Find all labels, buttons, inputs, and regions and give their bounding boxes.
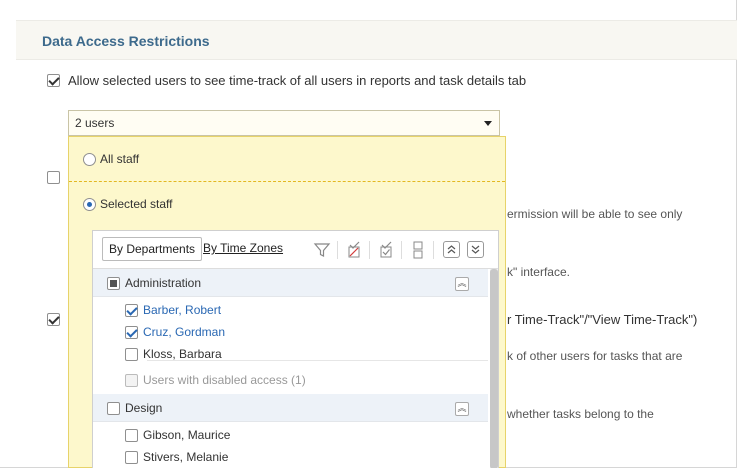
member-checkbox[interactable] [125,326,138,339]
expand-all-icon[interactable] [467,241,484,258]
disabled-users-label: Users with disabled access (1) [143,373,306,387]
group-administration-checkbox[interactable] [107,277,120,290]
background-text-5: whether tasks belong to the [507,407,654,421]
member-name: Kloss, Barbara [143,347,222,361]
background-text-4: k of other users for tasks that are [507,349,683,363]
settings-page: Data Access Restrictions Allow selected … [0,0,737,468]
scrollbar-thumb[interactable] [490,269,498,468]
allow-selected-users-checkbox[interactable] [47,74,60,87]
background-text-3: r Time-Track"/"View Time-Track") [507,312,698,327]
disabled-users-checkbox [125,374,138,387]
users-dropdown: All staff Selected staff By Departments … [68,136,506,468]
member-name: Barber, Robert [143,303,222,317]
group-administration[interactable]: Administration ︽ [93,269,488,297]
selected-staff-radio[interactable] [83,198,96,211]
member-checkbox[interactable] [125,304,138,317]
all-staff-radio[interactable] [83,153,96,166]
chevron-up-icon[interactable]: ︽ [455,402,469,416]
picker-toolbar: By Departments By Time Zones [93,231,498,269]
background-text-2: k" interface. [507,265,570,279]
filter-icon[interactable] [313,241,331,259]
section-header: Data Access Restrictions [16,20,737,60]
dashed-divider [69,181,505,182]
member-checkbox[interactable] [125,429,138,442]
background-text-1: ermission will be able to see only [507,207,683,221]
uncheck-all-icon[interactable] [345,241,363,259]
group-name: Administration [125,276,202,290]
member-checkbox[interactable] [125,348,138,361]
staff-picker-panel: By Departments By Time Zones Administrat… [92,230,499,468]
option-3-checkbox[interactable] [47,313,60,326]
toolbar-divider [401,241,402,259]
chevron-down-icon[interactable] [484,121,492,126]
check-all-icon[interactable] [377,241,395,259]
users-select[interactable]: 2 users [68,110,500,136]
tab-by-time-zones[interactable]: By Time Zones [197,237,289,261]
toolbar-divider [433,241,434,259]
group-name: Design [125,401,163,415]
staff-list: Administration ︽ Barber, Robert Cruz, Go… [93,269,488,468]
collapse-all-icon[interactable] [443,241,460,258]
member-name: Cruz, Gordman [143,325,226,339]
allow-selected-users-label: Allow selected users to see time-track o… [68,73,527,88]
member-name: Gibson, Maurice [143,428,231,442]
scrollbar[interactable] [490,269,498,468]
member-name: Stivers, Melanie [143,450,229,464]
group-design[interactable]: Design ︽ [93,394,488,422]
all-staff-label[interactable]: All staff [100,152,139,166]
group-design-checkbox[interactable] [107,402,120,415]
section-title: Data Access Restrictions [42,33,210,49]
tab-by-departments[interactable]: By Departments [102,237,203,261]
member-checkbox[interactable] [125,451,138,464]
selected-staff-label[interactable]: Selected staff [100,197,173,211]
chevron-up-icon[interactable]: ︽ [455,277,469,291]
toolbar-divider [369,241,370,259]
toolbar-divider [337,241,338,259]
users-select-value: 2 users [75,116,115,130]
option-2-checkbox[interactable] [47,171,60,184]
invert-selection-icon[interactable] [409,241,427,259]
separator [147,360,488,361]
